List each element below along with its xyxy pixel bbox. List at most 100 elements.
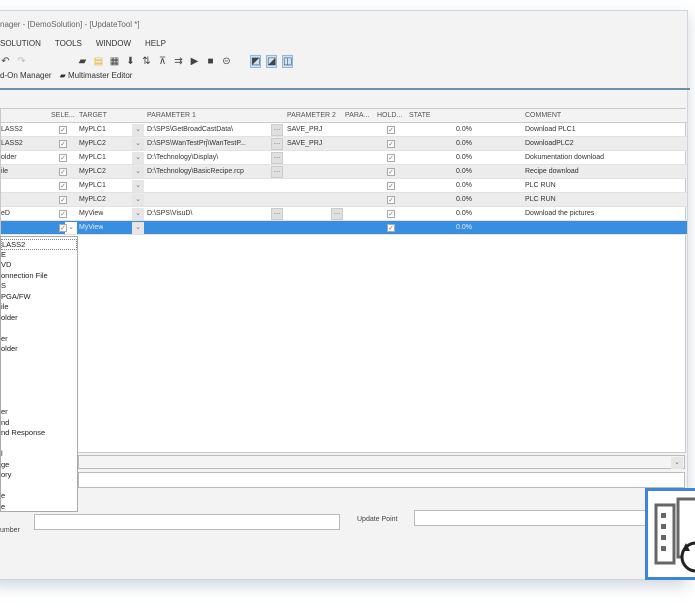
menu-help[interactable]: HELP xyxy=(145,39,166,48)
upload-icon[interactable]: ⊼ xyxy=(157,56,168,67)
table-row[interactable]: LASS2 ✓ MyPLC1 ⌄ D:\SPS\GetBroadCastData\… SA… xyxy=(1,123,687,137)
type-cell[interactable]: LASS2 xyxy=(1,123,47,137)
view3-icon[interactable]: ◫ xyxy=(282,54,293,68)
chevron-down-icon[interactable]: ⌄ xyxy=(132,124,144,136)
hold-checkbox[interactable]: ✓ xyxy=(387,140,395,148)
parameter1-cell[interactable]: D:\SPS\VisuD\ xyxy=(147,207,269,221)
header-parameter1[interactable]: PARAMETER 1 xyxy=(147,109,196,123)
table-row[interactable]: ⌄ ✓ MyView ⌄ ✓ 0.0% xyxy=(1,221,687,235)
parameter2-cell[interactable]: SAVE_PRJ xyxy=(287,123,322,137)
type-cell[interactable]: eD xyxy=(1,207,47,221)
dropdown-option[interactable]: l xyxy=(1,449,77,460)
dropdown-option[interactable]: ile xyxy=(1,302,77,313)
dropdown-option[interactable] xyxy=(1,386,77,397)
chevron-down-icon[interactable]: ⌄ xyxy=(132,222,144,234)
menu-window[interactable]: WINDOW xyxy=(96,39,131,48)
dropdown-option[interactable]: older xyxy=(1,344,77,355)
dropdown-option[interactable]: ory xyxy=(1,470,77,481)
dropdown-option[interactable]: E xyxy=(1,250,77,261)
select-checkbox[interactable]: ✓ xyxy=(59,126,67,134)
comment-cell[interactable]: Recipe download xyxy=(525,165,579,179)
table-row[interactable]: older ✓ MyPLC1 ⌄ D:\Technology\Display\… ✓ 0.0… xyxy=(1,151,687,165)
number-input[interactable] xyxy=(34,514,340,530)
dropdown-option[interactable] xyxy=(1,365,77,376)
browse-button[interactable]: … xyxy=(271,166,283,178)
undo-icon[interactable]: ↶ xyxy=(0,56,11,67)
type-cell[interactable] xyxy=(1,193,47,207)
select-checkbox[interactable]: ✓ xyxy=(59,196,67,204)
chevron-down-icon[interactable]: ⌄ xyxy=(671,457,683,469)
addon-manager-button[interactable]: d-On Manager xyxy=(0,71,52,80)
transfer-icon[interactable]: ⇅ xyxy=(141,56,152,67)
target-cell[interactable]: MyPLC2 xyxy=(79,193,106,207)
dropdown-option[interactable]: VD xyxy=(1,260,77,271)
select-checkbox[interactable]: ✓ xyxy=(59,154,67,162)
table-row[interactable]: ile ✓ MyPLC2 ⌄ D:\Technology\BasicRecipe.rcp… xyxy=(1,165,687,179)
target-cell[interactable]: MyPLC1 xyxy=(79,179,106,193)
menu-tools[interactable]: TOOLS xyxy=(55,39,82,48)
browse-button[interactable]: … xyxy=(271,138,283,150)
menu-solution[interactable]: SOLUTION xyxy=(0,39,41,48)
table-row[interactable]: LASS2 ✓ MyPLC2 ⌄ D:\SPS\WanTestPrj\WanTestP.… xyxy=(1,137,687,151)
parameter1-cell[interactable]: D:\Technology\Display\ xyxy=(147,151,269,165)
parameter1-cell[interactable] xyxy=(147,179,269,193)
view2-icon[interactable]: ◪ xyxy=(266,54,277,68)
parameter1-cell[interactable]: D:\SPS\GetBroadCastData\ xyxy=(147,123,269,137)
header-state[interactable]: STATE xyxy=(409,109,431,123)
select-checkbox[interactable]: ✓ xyxy=(59,182,67,190)
dropdown-option[interactable]: ge xyxy=(1,460,77,471)
link-icon[interactable]: ⊝ xyxy=(221,56,232,67)
select-checkbox[interactable]: ✓ xyxy=(59,224,67,232)
target-cell[interactable]: MyView xyxy=(79,207,103,221)
table-row[interactable]: ✓ MyPLC1 ⌄ ✓ 0.0% PLC RUN xyxy=(1,179,687,193)
update-point-input[interactable] xyxy=(414,510,650,526)
header-comment[interactable]: COMMENT xyxy=(525,109,561,123)
comment-cell[interactable]: DownloadPLC2 xyxy=(525,137,574,151)
dropdown-option[interactable]: PGA/FW xyxy=(1,292,77,303)
browse-button[interactable]: … xyxy=(271,208,283,220)
type-cell[interactable] xyxy=(1,179,47,193)
target-cell[interactable]: MyPLC2 xyxy=(79,137,106,151)
chevron-down-icon[interactable]: ⌄ xyxy=(132,166,144,178)
comment-cell[interactable]: PLC RUN xyxy=(525,193,556,207)
type-cell[interactable]: LASS2 xyxy=(1,137,47,151)
chevron-down-icon[interactable]: ⌄ xyxy=(132,208,144,220)
dropdown-option[interactable]: LASS2 xyxy=(1,239,77,250)
browse-button[interactable]: … xyxy=(271,152,283,164)
chevron-down-icon[interactable]: ⌄ xyxy=(132,194,144,206)
select-checkbox[interactable]: ✓ xyxy=(59,140,67,148)
header-select[interactable]: SELE... xyxy=(51,109,75,123)
open-icon[interactable]: ▤ xyxy=(93,56,104,67)
dropdown-option[interactable] xyxy=(1,481,77,492)
parameter2-cell[interactable]: SAVE_PRJ xyxy=(287,137,322,151)
type-cell[interactable] xyxy=(1,221,47,235)
parameter1-cell[interactable] xyxy=(147,193,269,207)
dropdown-option[interactable] xyxy=(1,439,77,450)
table-row[interactable]: ✓ MyPLC2 ⌄ ✓ 0.0% PLC RUN xyxy=(1,193,687,207)
dropdown-option[interactable]: nd Response xyxy=(1,428,77,439)
dropdown-option[interactable]: nd xyxy=(1,418,77,429)
play-icon[interactable]: ▶ xyxy=(189,56,200,67)
table-row[interactable]: eD ✓ MyView ⌄ D:\SPS\VisuD\…… ✓ 0.0% Download t… xyxy=(1,207,687,221)
hold-checkbox[interactable]: ✓ xyxy=(387,126,395,134)
header-target[interactable]: TARGET xyxy=(79,109,107,123)
multimaster-editor-button[interactable]: ▰ Multimaster Editor xyxy=(60,71,133,80)
target-cell[interactable]: MyPLC1 xyxy=(79,151,106,165)
dropdown-option[interactable]: e xyxy=(1,491,77,502)
dropdown-option[interactable]: onnection File xyxy=(1,271,77,282)
type-cell[interactable]: older xyxy=(1,151,47,165)
hold-checkbox[interactable]: ✓ xyxy=(387,182,395,190)
hold-checkbox[interactable]: ✓ xyxy=(387,154,395,162)
dropdown-option[interactable] xyxy=(1,355,77,366)
header-para[interactable]: PARA... xyxy=(345,109,369,123)
dropdown-option[interactable] xyxy=(1,323,77,334)
export-icon[interactable]: ⇉ xyxy=(173,56,184,67)
header-hold[interactable]: HOLD... xyxy=(377,109,402,123)
target-cell[interactable]: MyPLC2 xyxy=(79,165,106,179)
comment-cell[interactable]: Download PLC1 xyxy=(525,123,576,137)
hold-checkbox[interactable]: ✓ xyxy=(387,196,395,204)
chevron-down-icon[interactable]: ⌄ xyxy=(132,138,144,150)
download-icon[interactable]: ⬇ xyxy=(125,56,136,67)
redo-icon[interactable]: ↷ xyxy=(16,56,27,67)
dropdown-option[interactable]: S xyxy=(1,281,77,292)
